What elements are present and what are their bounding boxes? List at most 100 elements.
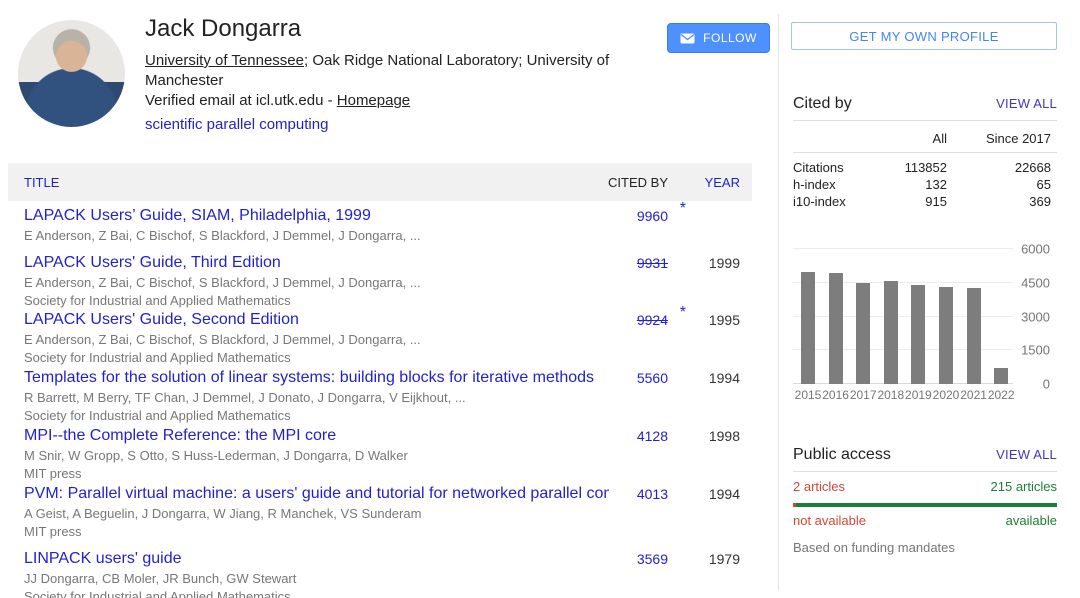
citations-chart	[793, 249, 1013, 384]
stat-since: 65	[947, 176, 1057, 193]
publication-row: LAPACK Users' Guide, Second Edition E An…	[24, 310, 752, 366]
stat-all: 132	[883, 176, 947, 193]
stats-row-citations: Citations 113852 22668	[793, 159, 1057, 176]
chart-bar-2019[interactable]	[911, 285, 925, 384]
stat-since: 369	[947, 193, 1057, 210]
stat-label: h-index	[793, 176, 883, 193]
chart-year-labels: 20152016201720182019202020212022	[793, 388, 1013, 402]
publication-title[interactable]: LAPACK Users’ Guide, SIAM, Philadelphia,…	[24, 206, 609, 226]
publication-title[interactable]: Templates for the solution of linear sys…	[24, 368, 609, 388]
cited-by-count[interactable]: 5560	[637, 370, 668, 386]
chart-value-labels: 01500300045006000	[1016, 249, 1050, 384]
publication-year: 1999	[709, 255, 740, 271]
divider	[793, 152, 1057, 153]
publication-year: 1994	[709, 486, 740, 502]
chart-xtick: 2020	[933, 388, 960, 402]
sort-by-cited: CITED BY	[608, 175, 668, 190]
publication-row: LAPACK Users' Guide, Third Edition E And…	[24, 253, 752, 309]
divider	[793, 471, 1057, 472]
chart-bar-2016[interactable]	[829, 273, 843, 384]
divider	[793, 120, 1057, 121]
chart-ytick: 3000	[1021, 309, 1050, 324]
publication-authors: E Anderson, Z Bai, C Bischof, S Blackfor…	[24, 274, 752, 291]
stats-header-row: All Since 2017	[793, 130, 1057, 147]
stat-all: 915	[883, 193, 947, 210]
publication-year: 1995	[709, 312, 740, 328]
publication-title[interactable]: LINPACK users' guide	[24, 549, 609, 569]
stat-label: Citations	[793, 159, 883, 176]
profile-photo	[18, 20, 125, 127]
chart-bar-2020[interactable]	[939, 287, 953, 384]
publication-authors: E Anderson, Z Bai, C Bischof, S Blackfor…	[24, 331, 752, 348]
publication-row: PVM: Parallel virtual machine: a users' …	[24, 484, 752, 540]
cited-by-title: Cited by	[793, 95, 852, 113]
public-access-title: Public access	[793, 446, 891, 464]
chart-ytick: 6000	[1021, 242, 1050, 257]
stats-row-h-index: h-index 132 65	[793, 176, 1057, 193]
chart-gridline	[793, 282, 1013, 283]
public-access-labels: not available available	[793, 513, 1057, 528]
cited-by-count[interactable]: 4013	[637, 486, 668, 502]
chart-bar-2022[interactable]	[994, 368, 1008, 384]
funding-mandates-note: Based on funding mandates	[793, 540, 955, 555]
chart-bar-2015[interactable]	[801, 272, 815, 384]
homepage-link[interactable]: Homepage	[337, 92, 410, 109]
chart-xtick: 2015	[795, 388, 822, 402]
affiliation-link[interactable]: University of Tennessee	[145, 52, 304, 69]
cited-by-count[interactable]: 9924	[637, 312, 668, 328]
stat-since: 22668	[947, 159, 1057, 176]
sort-by-title[interactable]: TITLE	[24, 175, 59, 190]
public-access-bar	[793, 503, 1057, 507]
co-author-star: *	[680, 304, 686, 322]
publication-row: MPI--the Complete Reference: the MPI cor…	[24, 426, 752, 482]
publications-header: TITLE CITED BY YEAR	[8, 163, 752, 201]
envelope-icon	[680, 33, 695, 44]
not-available-count: 2 articles	[793, 479, 845, 494]
citation-stats-table: All Since 2017 Citations 113852 22668 h-…	[793, 130, 1057, 210]
publication-authors: JJ Dongarra, CB Moler, JR Bunch, GW Stew…	[24, 570, 752, 587]
public-access-section-header: Public access VIEW ALL	[793, 446, 1057, 464]
interest-link[interactable]: scientific parallel computing	[145, 116, 328, 133]
publication-row: Templates for the solution of linear sys…	[24, 368, 752, 424]
chart-gridline	[793, 248, 1013, 249]
chart-ytick: 4500	[1021, 275, 1050, 290]
public-access-view-all[interactable]: VIEW ALL	[996, 447, 1057, 462]
publication-year: 1979	[709, 551, 740, 567]
publication-title[interactable]: MPI--the Complete Reference: the MPI cor…	[24, 426, 609, 446]
publication-title[interactable]: LAPACK Users' Guide, Second Edition	[24, 310, 609, 330]
chart-xtick: 2019	[905, 388, 932, 402]
publication-authors: M Snir, W Gropp, S Otto, S Huss-Lederman…	[24, 447, 752, 464]
chart-xtick: 2017	[850, 388, 877, 402]
publication-venue: MIT press	[24, 523, 752, 540]
chart-xtick: 2016	[822, 388, 849, 402]
publication-venue: Society for Industrial and Applied Mathe…	[24, 407, 752, 424]
follow-button[interactable]: FOLLOW	[667, 23, 770, 53]
publication-authors: E Anderson, Z Bai, C Bischof, S Blackfor…	[24, 227, 752, 244]
chart-bar-2021[interactable]	[967, 288, 981, 384]
publication-authors: R Barrett, M Berry, TF Chan, J Demmel, J…	[24, 389, 752, 406]
cited-by-count[interactable]: 9931	[637, 255, 668, 271]
chart-xtick: 2018	[877, 388, 904, 402]
publication-venue: Society for Industrial and Applied Mathe…	[24, 588, 752, 598]
sort-by-year[interactable]: YEAR	[705, 175, 740, 190]
co-author-star: *	[680, 200, 686, 218]
verified-email-text: Verified email at icl.utk.edu -	[145, 92, 337, 109]
chart-xtick: 2022	[988, 388, 1015, 402]
publication-year: 1998	[709, 428, 740, 444]
publication-title[interactable]: PVM: Parallel virtual machine: a users' …	[24, 484, 609, 504]
not-available-segment	[793, 503, 796, 507]
not-available-label: not available	[793, 513, 866, 528]
chart-bar-2018[interactable]	[884, 281, 898, 384]
chart-bar-2017[interactable]	[856, 283, 870, 384]
get-my-own-profile-button[interactable]: GET MY OWN PROFILE	[791, 22, 1057, 50]
publication-title[interactable]: LAPACK Users' Guide, Third Edition	[24, 253, 609, 273]
cited-by-view-all[interactable]: VIEW ALL	[996, 96, 1057, 111]
publication-row: LAPACK Users’ Guide, SIAM, Philadelphia,…	[24, 206, 752, 245]
cited-by-count[interactable]: 3569	[637, 551, 668, 567]
cited-by-count[interactable]: 9960	[637, 208, 668, 224]
cited-by-count[interactable]: 4128	[637, 428, 668, 444]
verified-line: Verified email at icl.utk.edu - Homepage	[145, 91, 645, 111]
affiliation-line: University of Tennessee; Oak Ridge Natio…	[145, 51, 645, 91]
stats-row-i10-index: i10-index 915 369	[793, 193, 1057, 210]
stat-label: i10-index	[793, 193, 883, 210]
